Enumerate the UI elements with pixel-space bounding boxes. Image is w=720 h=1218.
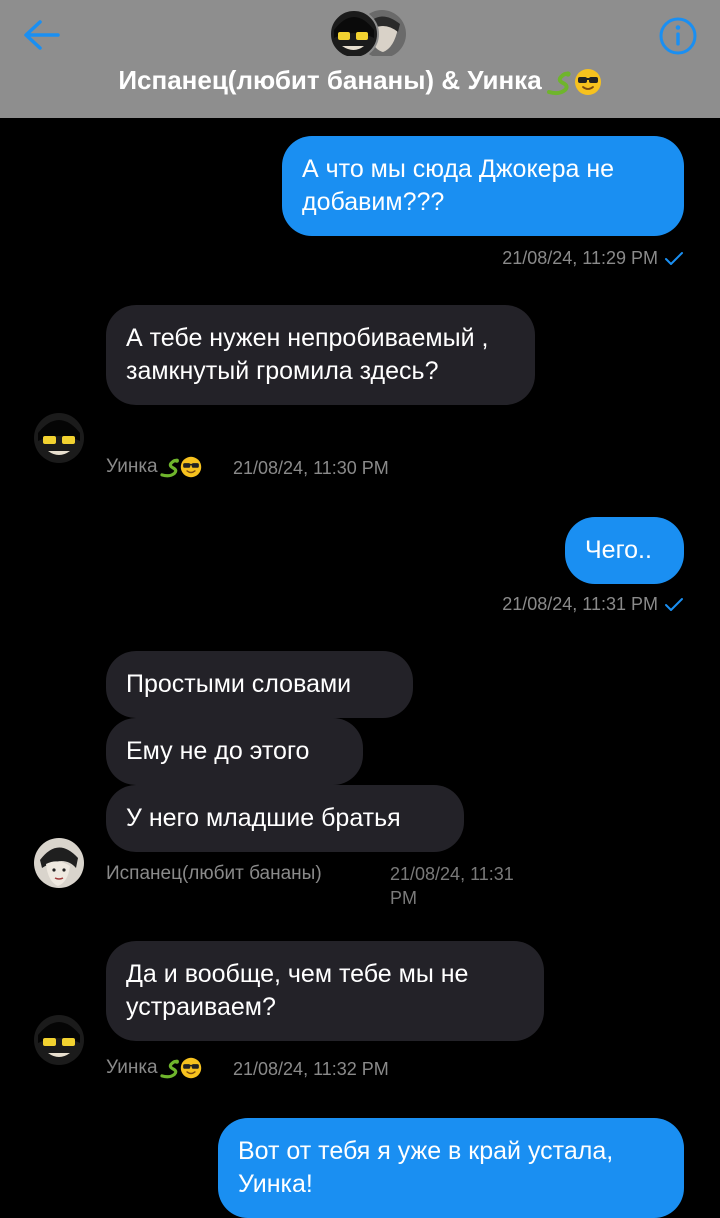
avatar[interactable]	[34, 1015, 84, 1065]
sender-name: Уинка	[106, 1057, 158, 1079]
sender-name: Уинка	[106, 456, 158, 478]
check-icon	[665, 252, 683, 266]
message-text: Вот от тебя я уже в край устала, Уинка!	[238, 1137, 614, 1198]
message-timestamp: 21/08/24, 11:31 PM	[390, 862, 514, 910]
message-text: Чего..	[585, 536, 652, 564]
message-sender: Испанец(любит бананы)	[106, 863, 322, 885]
incoming-message-bubble[interactable]: А тебе нужен непробиваемый , замкнутый г…	[106, 305, 535, 405]
outgoing-message-bubble[interactable]: Вот от тебя я уже в край устала, Уинка!	[218, 1118, 684, 1218]
check-icon	[665, 598, 683, 612]
message-timestamp: 21/08/24, 11:29 PM	[502, 248, 658, 268]
message-timestamp: 21/08/24, 11:32 PM	[233, 1059, 389, 1079]
message-meta: 21/08/24, 11:29 PM	[440, 248, 684, 269]
incoming-message-bubble[interactable]: Да и вообще, чем тебе мы не устраиваем?	[106, 941, 544, 1041]
avatar[interactable]	[34, 413, 84, 463]
sender-name: Испанец(любит бананы)	[106, 863, 322, 884]
outgoing-message-bubble[interactable]: А что мы сюда Джокера не добавим???	[282, 136, 684, 236]
message-sender: Уинка	[106, 1057, 202, 1079]
incoming-message-bubble[interactable]: Простыми словами	[106, 651, 413, 718]
snake-icon	[546, 71, 571, 96]
chat-title-text: Испанец(любит бананы) & Уинка	[118, 65, 542, 95]
outgoing-message-bubble[interactable]: Чего..	[565, 517, 684, 584]
chat-title[interactable]: Испанец(любит бананы) & Уинка	[0, 60, 720, 100]
timestamp-line: 21/08/24, 11:31	[390, 864, 514, 884]
info-icon	[659, 17, 697, 55]
message-text: А что мы сюда Джокера не добавим???	[302, 155, 615, 216]
snake-icon	[159, 1059, 179, 1079]
message-timestamp: 21/08/24, 11:30 PM	[233, 458, 389, 478]
message-text: А тебе нужен непробиваемый , замкнутый г…	[126, 324, 489, 385]
message-text: Да и вообще, чем тебе мы не устраиваем?	[126, 960, 469, 1021]
message-text: Простыми словами	[126, 670, 352, 698]
message-text: У него младшие братья	[126, 804, 401, 832]
info-button[interactable]	[656, 14, 700, 58]
sunglasses-emoji-icon	[180, 456, 201, 478]
message-meta: 21/08/24, 11:31 PM	[440, 594, 684, 615]
avatar[interactable]	[34, 838, 84, 888]
message-text: Ему не до этого	[126, 737, 310, 765]
message-timestamp: 21/08/24, 11:31 PM	[502, 594, 658, 614]
back-button[interactable]	[20, 14, 64, 58]
chat-header: Испанец(любит бананы) & Уинка	[0, 0, 720, 118]
sunglasses-emoji-icon	[574, 69, 601, 96]
incoming-message-bubble[interactable]: Ему не до этого	[106, 718, 363, 785]
timestamp-line: PM	[390, 888, 417, 908]
message-sender: Уинка	[106, 456, 202, 478]
arrow-left-icon	[24, 20, 60, 50]
sunglasses-emoji-icon	[180, 1057, 201, 1079]
group-avatar[interactable]	[326, 8, 410, 59]
snake-icon	[159, 458, 179, 478]
incoming-message-bubble[interactable]: У него младшие братья	[106, 785, 464, 852]
